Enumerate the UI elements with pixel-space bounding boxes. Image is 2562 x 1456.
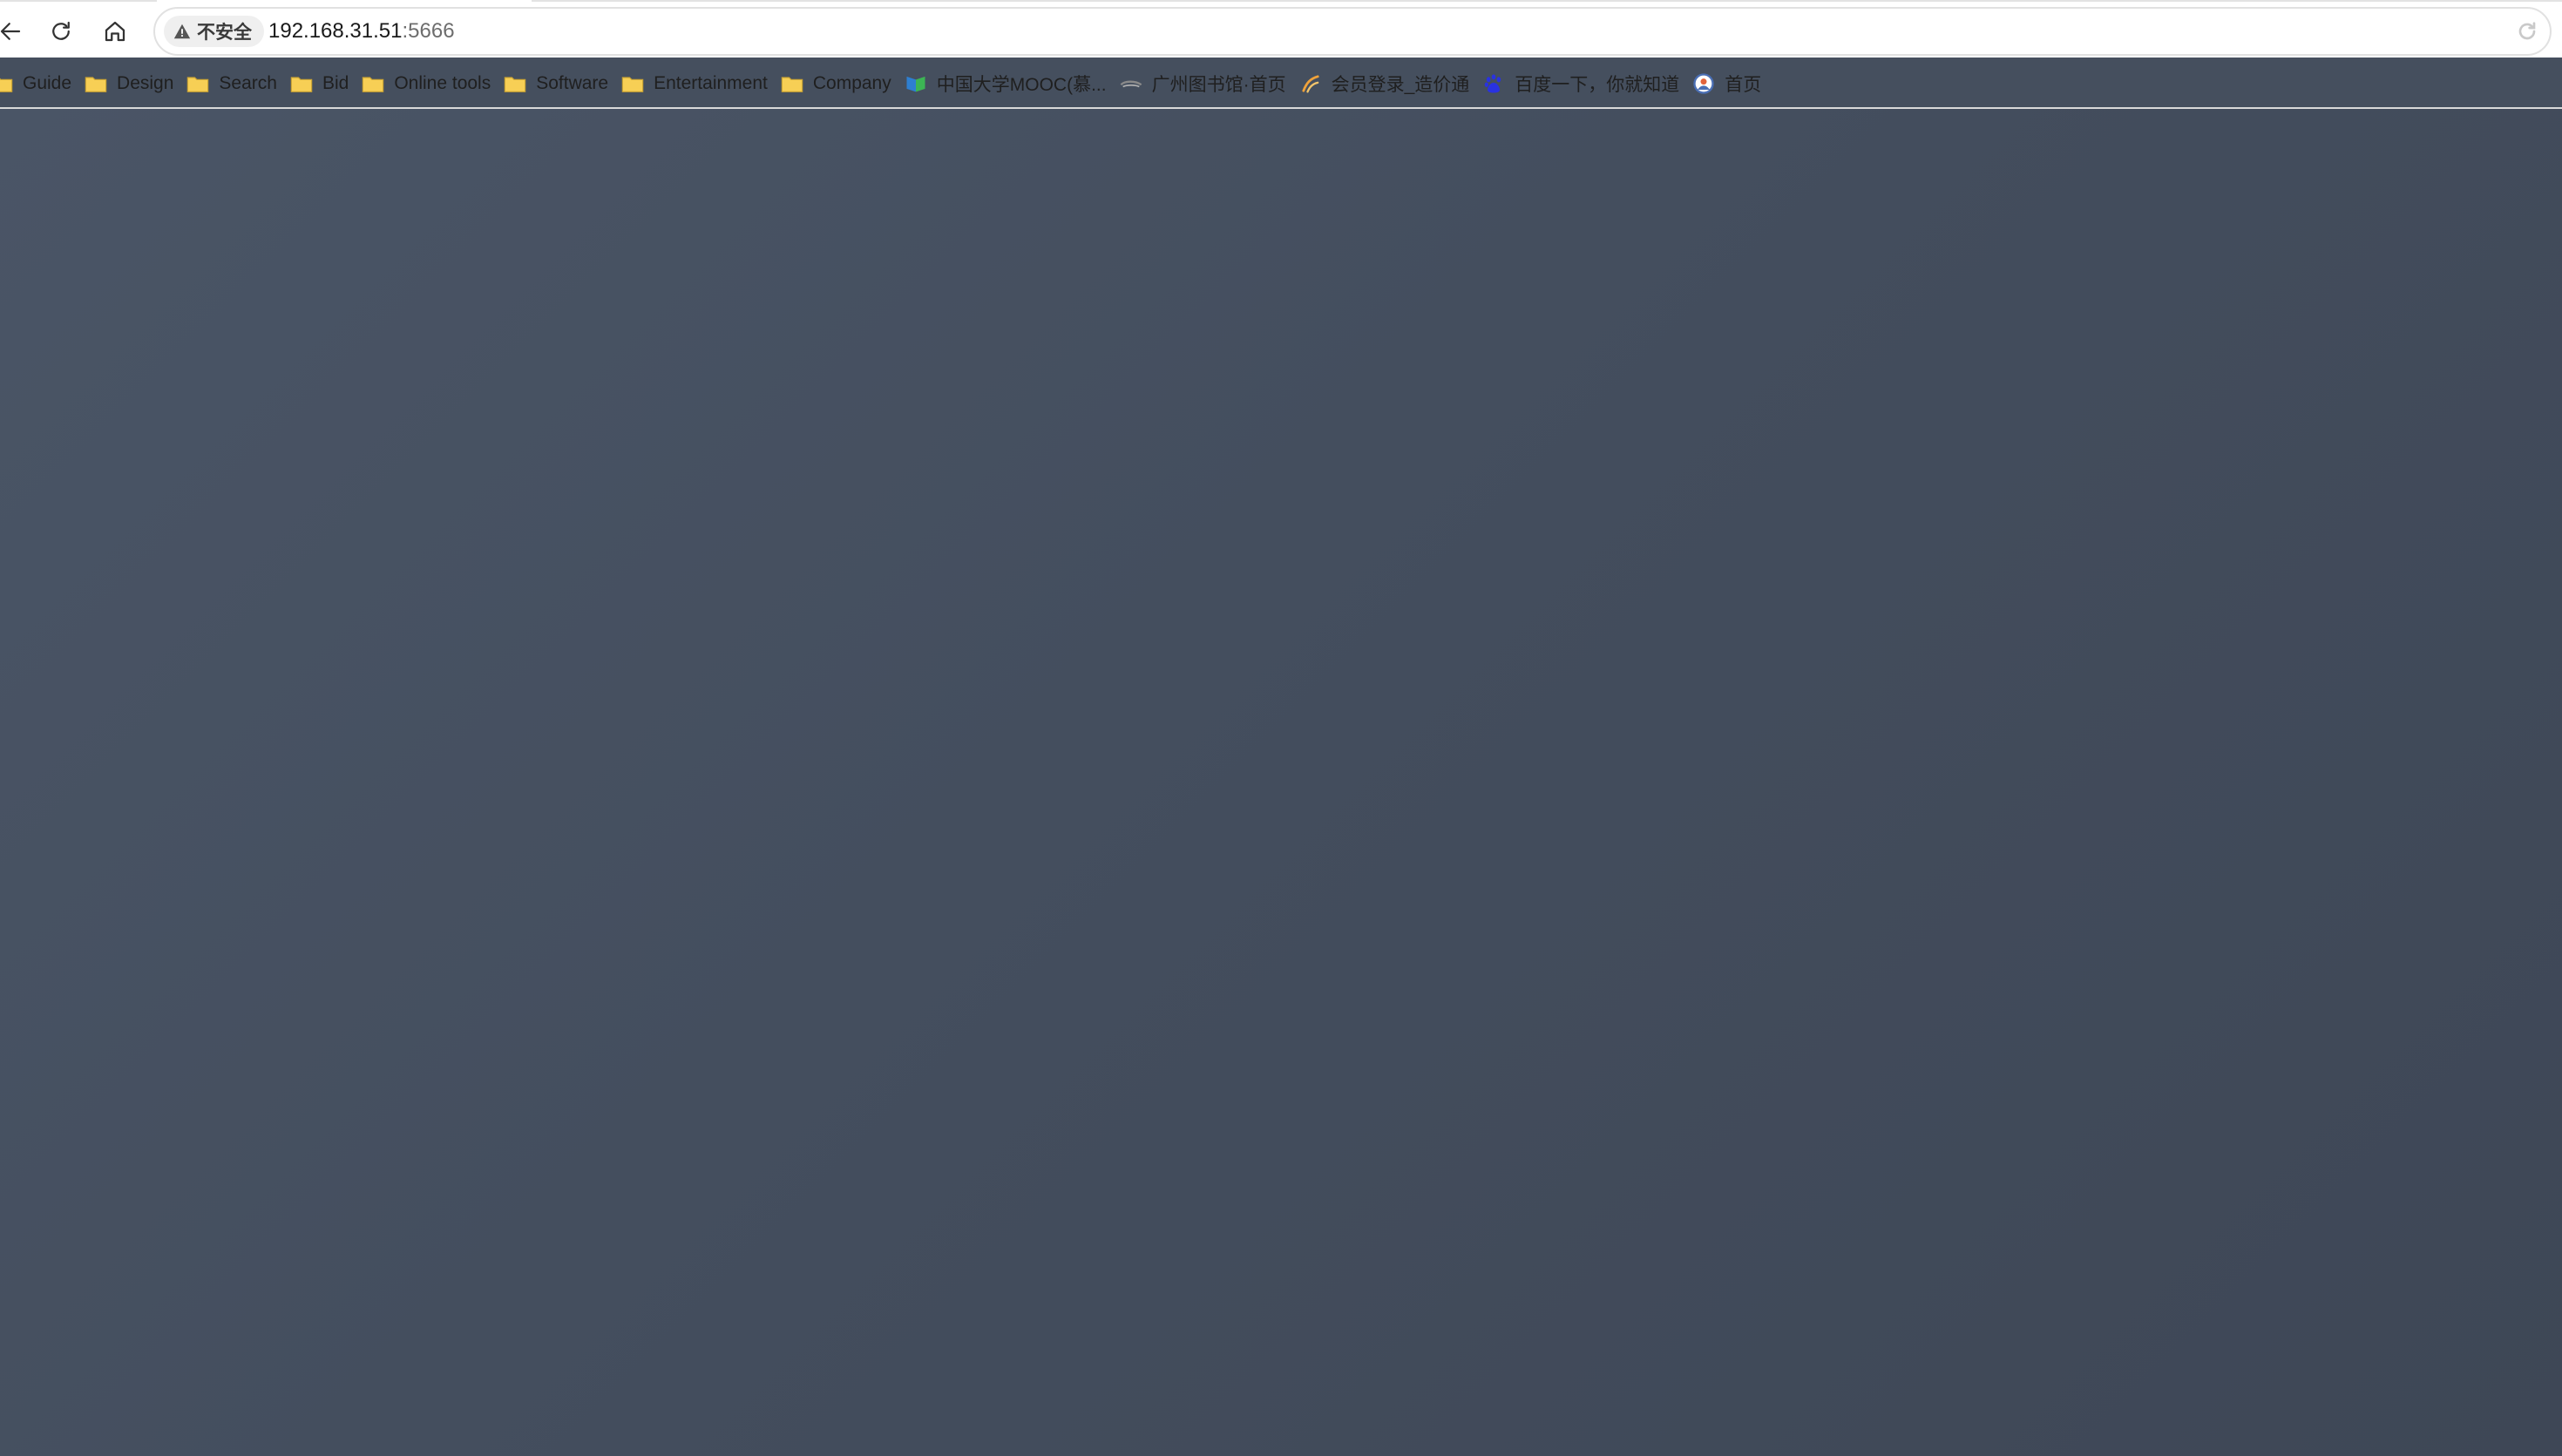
bookmark-software[interactable]: Software: [503, 64, 620, 103]
folder-icon: [621, 77, 644, 92]
bookmark-label: Bid: [322, 73, 349, 93]
bookmark-label: Guide: [23, 73, 72, 93]
bookmarks-bar: Guide Design Search Bid Online tools Sof…: [0, 64, 2562, 103]
bookmark-label: 百度一下，你就知道: [1515, 75, 1680, 95]
bookmark-search[interactable]: Search: [186, 64, 289, 103]
folder-icon: [504, 77, 526, 92]
baidu-paw-icon: [1484, 74, 1501, 93]
bookmark-label: Online tools: [394, 73, 491, 93]
folder-icon: [85, 77, 107, 92]
address-bar[interactable]: 不安全 192.168.31.51:5666: [153, 7, 2552, 56]
bookmark-online-tools[interactable]: Online tools: [361, 64, 503, 103]
bookmark-label: Search: [219, 73, 277, 93]
browser-toolbar: 不安全 192.168.31.51:5666 Guide Design Sear…: [0, 0, 2562, 109]
security-indicator[interactable]: 不安全: [164, 16, 264, 47]
bookmark-zaojiatong[interactable]: 会员登录_造价通: [1298, 64, 1482, 103]
arrow-left-icon: [0, 23, 21, 40]
bookmark-bid[interactable]: Bid: [289, 64, 361, 103]
bookmark-label: Software: [536, 73, 609, 93]
bookmark-homepage[interactable]: 首页: [1691, 64, 1773, 103]
bookmark-guangzhou-library[interactable]: 广州图书馆·首页: [1119, 64, 1298, 103]
folder-icon: [290, 77, 313, 92]
bookmark-design[interactable]: Design: [84, 64, 186, 103]
library-icon: [1120, 80, 1142, 88]
url-text[interactable]: 192.168.31.51:5666: [268, 9, 455, 54]
bookmark-label: Entertainment: [654, 73, 768, 93]
bookmark-company[interactable]: Company: [780, 64, 904, 103]
folder-icon: [363, 77, 384, 92]
tab-strip-edge: [0, 0, 2562, 2]
reload-button[interactable]: [42, 12, 80, 51]
globe-icon: [1693, 73, 1714, 94]
bookmark-label: Design: [117, 73, 174, 93]
back-button[interactable]: [0, 12, 30, 51]
bookmark-label: Company: [812, 73, 891, 93]
bookmark-entertainment[interactable]: Entertainment: [620, 64, 780, 103]
folder-icon: [187, 77, 209, 92]
url-host: 192.168.31.51: [268, 19, 403, 43]
folder-icon: [0, 78, 13, 92]
page-content: [0, 109, 2562, 1456]
bookmark-guide[interactable]: Guide: [0, 64, 84, 103]
bookmark-label: 会员登录_造价通: [1331, 75, 1470, 95]
reload-icon: [52, 21, 70, 40]
mooc-icon: [906, 76, 925, 92]
bookmark-label: 首页: [1725, 75, 1762, 95]
bookmark-label: 中国大学MOOC(慕...: [936, 75, 1107, 95]
bookmark-mooc[interactable]: 中国大学MOOC(慕...: [904, 64, 1119, 103]
edge-refresh-icon[interactable]: [2513, 17, 2541, 45]
active-tab-edge: [157, 0, 532, 2]
bookmark-baidu[interactable]: 百度一下，你就知道: [1481, 64, 1691, 103]
security-label: 不安全: [197, 23, 252, 43]
home-button[interactable]: [96, 12, 134, 51]
url-port: :5666: [402, 19, 455, 43]
home-icon: [105, 21, 125, 42]
folder-icon: [781, 77, 803, 92]
warning-icon: [173, 24, 191, 39]
zaojiatong-icon: [1302, 75, 1319, 93]
bookmark-label: 广州图书馆·首页: [1151, 75, 1286, 95]
